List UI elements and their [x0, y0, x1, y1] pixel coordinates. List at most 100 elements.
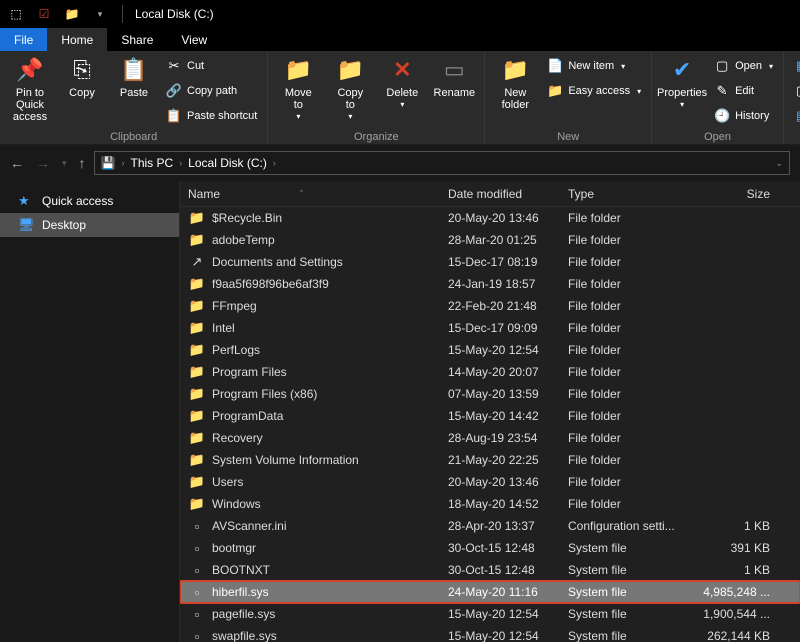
- table-row[interactable]: ▫pagefile.sys15-May-20 12:54System file1…: [180, 603, 800, 625]
- col-name[interactable]: Nameˆ: [188, 187, 448, 201]
- table-row[interactable]: 📁System Volume Information21-May-20 22:2…: [180, 449, 800, 471]
- table-row[interactable]: 📁Users20-May-20 13:46File folder: [180, 471, 800, 493]
- history-button[interactable]: 🕘History: [710, 105, 777, 127]
- paste-button[interactable]: 📋 Paste: [110, 53, 158, 99]
- file-name: Program Files: [212, 365, 287, 379]
- table-row[interactable]: 📁f9aa5f698f96be6af3f924-Jan-19 18:57File…: [180, 273, 800, 295]
- tab-file[interactable]: File: [0, 28, 47, 51]
- file-icon: ▫: [188, 540, 206, 556]
- table-row[interactable]: ▫AVScanner.ini28-Apr-20 13:37Configurati…: [180, 515, 800, 537]
- chevron-right-icon[interactable]: ›: [273, 158, 276, 168]
- copy-button[interactable]: ⎘ Copy: [58, 53, 106, 99]
- history-icon: 🕘: [714, 108, 730, 124]
- folder-icon: 📁: [188, 496, 206, 512]
- easyaccess-button[interactable]: 📁Easy access▾: [543, 80, 645, 102]
- drive-icon: 💾: [101, 156, 116, 170]
- tab-view[interactable]: View: [167, 28, 221, 51]
- sidebar-quickaccess[interactable]: ★ Quick access: [0, 189, 179, 213]
- file-name: hiberfil.sys: [212, 585, 269, 599]
- nav-recent[interactable]: ▾: [62, 158, 67, 169]
- chevron-right-icon[interactable]: ›: [179, 158, 182, 168]
- selectnone-button[interactable]: ▢Select none: [790, 80, 800, 102]
- table-row[interactable]: ▫swapfile.sys15-May-20 12:54System file2…: [180, 625, 800, 642]
- file-date: 22-Feb-20 21:48: [448, 299, 568, 313]
- table-row[interactable]: 📁Intel15-Dec-17 09:09File folder: [180, 317, 800, 339]
- invert-button[interactable]: ▤Invert selection: [790, 105, 800, 127]
- file-size: 391 KB: [688, 541, 778, 555]
- folder-icon: 📁: [188, 276, 206, 292]
- file-type: File folder: [568, 277, 688, 291]
- organize-group-label: Organize: [274, 129, 478, 144]
- file-date: 24-May-20 11:16: [448, 585, 568, 599]
- folder-icon: 📁: [188, 320, 206, 336]
- file-name: adobeTemp: [212, 233, 275, 247]
- table-row[interactable]: ↗Documents and Settings15-Dec-17 08:19Fi…: [180, 251, 800, 273]
- table-row[interactable]: 📁Program Files (x86)07-May-20 13:59File …: [180, 383, 800, 405]
- file-type: File folder: [568, 343, 688, 357]
- table-row[interactable]: 📁Recovery28-Aug-19 23:54File folder: [180, 427, 800, 449]
- pasteshortcut-button[interactable]: 📋Paste shortcut: [162, 105, 261, 127]
- tab-share[interactable]: Share: [107, 28, 167, 51]
- newfolder-button[interactable]: 📁New folder: [491, 53, 539, 111]
- file-date: 30-Oct-15 12:48: [448, 563, 568, 577]
- crumb-thispc[interactable]: This PC: [130, 156, 173, 170]
- moveto-button[interactable]: 📁Move to▾: [274, 53, 322, 122]
- table-row[interactable]: ▫BOOTNXT30-Oct-15 12:48System file1 KB: [180, 559, 800, 581]
- delete-button[interactable]: ✕Delete▾: [378, 53, 426, 110]
- newfolder-icon: 📁: [500, 55, 530, 85]
- nav-forward[interactable]: →: [36, 155, 50, 171]
- file-type: File folder: [568, 453, 688, 467]
- file-name: BOOTNXT: [212, 563, 270, 577]
- nav-arrows: ← → ▾ ↑: [10, 155, 86, 171]
- qat-dropdown-icon[interactable]: ▾: [90, 9, 110, 20]
- qat-folder-icon[interactable]: 📁: [62, 7, 82, 21]
- chevron-right-icon[interactable]: ›: [121, 158, 124, 168]
- system-menu-icon[interactable]: ⬚: [6, 7, 26, 21]
- table-row[interactable]: ▫bootmgr30-Oct-15 12:48System file391 KB: [180, 537, 800, 559]
- edit-button[interactable]: ✎Edit: [710, 80, 777, 102]
- file-type: File folder: [568, 497, 688, 511]
- file-type: File folder: [568, 299, 688, 313]
- table-row[interactable]: 📁$Recycle.Bin20-May-20 13:46File folder: [180, 207, 800, 229]
- sidebar-desktop[interactable]: 🖥 Desktop: [0, 213, 179, 237]
- file-date: 07-May-20 13:59: [448, 387, 568, 401]
- folder-icon: 📁: [188, 430, 206, 446]
- table-row[interactable]: 📁FFmpeg22-Feb-20 21:48File folder: [180, 295, 800, 317]
- open-button[interactable]: ▢Open▾: [710, 55, 777, 77]
- newitem-button[interactable]: 📄New item▾: [543, 55, 645, 77]
- properties-button[interactable]: ✔Properties▾: [658, 53, 706, 110]
- col-size[interactable]: Size: [688, 187, 778, 201]
- col-date[interactable]: Date modified: [448, 187, 568, 201]
- file-type: System file: [568, 563, 688, 577]
- address-dropdown-icon[interactable]: ⌄: [775, 158, 783, 169]
- file-type: System file: [568, 541, 688, 555]
- table-row[interactable]: 📁Program Files14-May-20 20:07File folder: [180, 361, 800, 383]
- shortcut-icon: ↗: [188, 254, 206, 270]
- copypath-button[interactable]: 🔗Copy path: [162, 80, 261, 102]
- nav-up[interactable]: ↑: [79, 155, 86, 171]
- file-date: 28-Mar-20 01:25: [448, 233, 568, 247]
- table-row[interactable]: 📁Windows18-May-20 14:52File folder: [180, 493, 800, 515]
- table-row[interactable]: ▫hiberfil.sys24-May-20 11:16System file4…: [180, 581, 800, 603]
- address-bar[interactable]: 💾 › This PC › Local Disk (C:) › ⌄: [94, 151, 790, 175]
- file-name: swapfile.sys: [212, 629, 277, 642]
- col-type[interactable]: Type: [568, 187, 688, 201]
- file-icon: ▫: [188, 518, 206, 534]
- crumb-current[interactable]: Local Disk (C:): [188, 156, 267, 170]
- qat-checkbox-icon[interactable]: ☑: [34, 7, 54, 21]
- table-row[interactable]: 📁PerfLogs15-May-20 12:54File folder: [180, 339, 800, 361]
- pin-button[interactable]: 📌 Pin to Quick access: [6, 53, 54, 123]
- folder-icon: 📁: [188, 210, 206, 226]
- rename-button[interactable]: ▭Rename: [430, 53, 478, 99]
- file-type: Configuration setti...: [568, 519, 688, 533]
- folder-icon: 📁: [188, 452, 206, 468]
- tab-home[interactable]: Home: [47, 28, 107, 51]
- copyto-button[interactable]: 📁Copy to▾: [326, 53, 374, 122]
- file-date: 18-May-20 14:52: [448, 497, 568, 511]
- file-name: FFmpeg: [212, 299, 257, 313]
- table-row[interactable]: 📁adobeTemp28-Mar-20 01:25File folder: [180, 229, 800, 251]
- cut-button[interactable]: ✂Cut: [162, 55, 261, 77]
- table-row[interactable]: 📁ProgramData15-May-20 14:42File folder: [180, 405, 800, 427]
- nav-back[interactable]: ←: [10, 155, 24, 171]
- selectall-button[interactable]: ▦Select all: [790, 55, 800, 77]
